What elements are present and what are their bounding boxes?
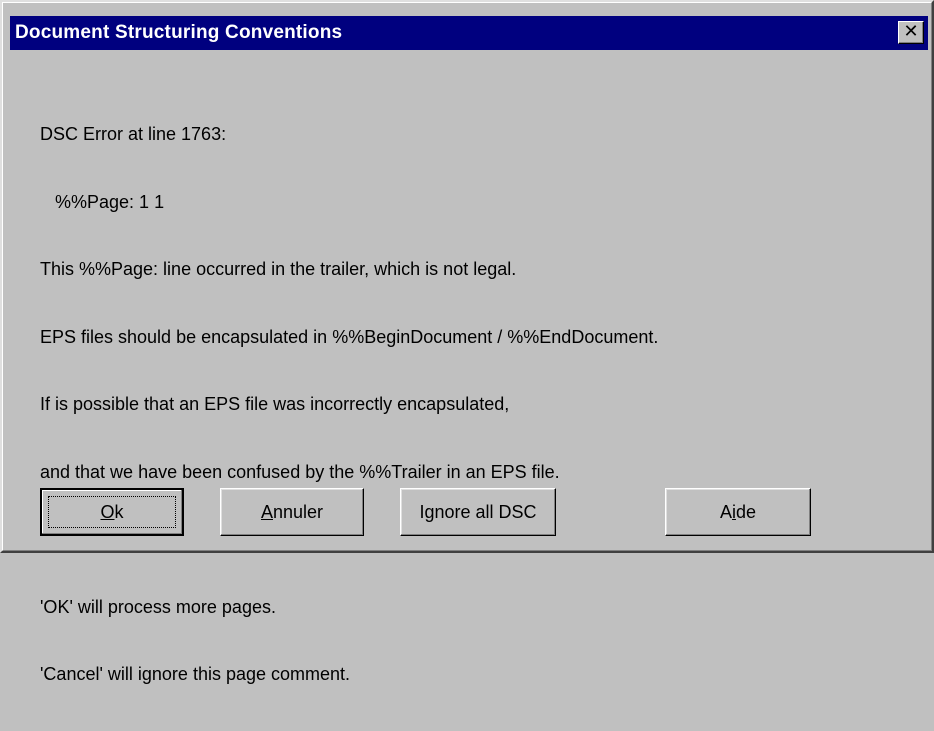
message-line: DSC Error at line 1763: [40, 124, 227, 144]
ok-button[interactable]: Ok [40, 488, 184, 536]
aide-button-label: Aide [719, 501, 757, 522]
ignore-all-dsc-button[interactable]: Ignore all DSC [400, 488, 556, 536]
message-line: This %%Page: line occurred in the traile… [40, 259, 517, 279]
dsc-dialog-window: Document Structuring Conventions ✕ DSC E… [0, 0, 934, 684]
annuler-button-label: Annuler [260, 501, 324, 522]
close-button[interactable]: ✕ [898, 21, 924, 44]
annuler-button[interactable]: Annuler [220, 488, 364, 536]
focus-rectangle [48, 496, 176, 528]
message-line: 'Cancel' will ignore this page comment. [40, 664, 351, 684]
message-line: If is possible that an EPS file was inco… [40, 394, 510, 414]
message-line: and that we have been confused by the %%… [40, 461, 560, 482]
error-message: DSC Error at line 1763: %%Page: 1 1 This… [40, 78, 658, 731]
ignore-all-dsc-button-label: Ignore all DSC [419, 501, 537, 522]
title-bar[interactable]: Document Structuring Conventions ✕ [10, 16, 928, 50]
close-icon: ✕ [903, 21, 919, 42]
message-line: %%Page: 1 1 [40, 191, 165, 212]
window-title: Document Structuring Conventions [15, 22, 343, 43]
message-line: EPS files should be encapsulated in %%Be… [40, 326, 659, 347]
message-line: 'OK' will process more pages. [40, 596, 276, 617]
aide-button[interactable]: Aide [665, 488, 811, 536]
